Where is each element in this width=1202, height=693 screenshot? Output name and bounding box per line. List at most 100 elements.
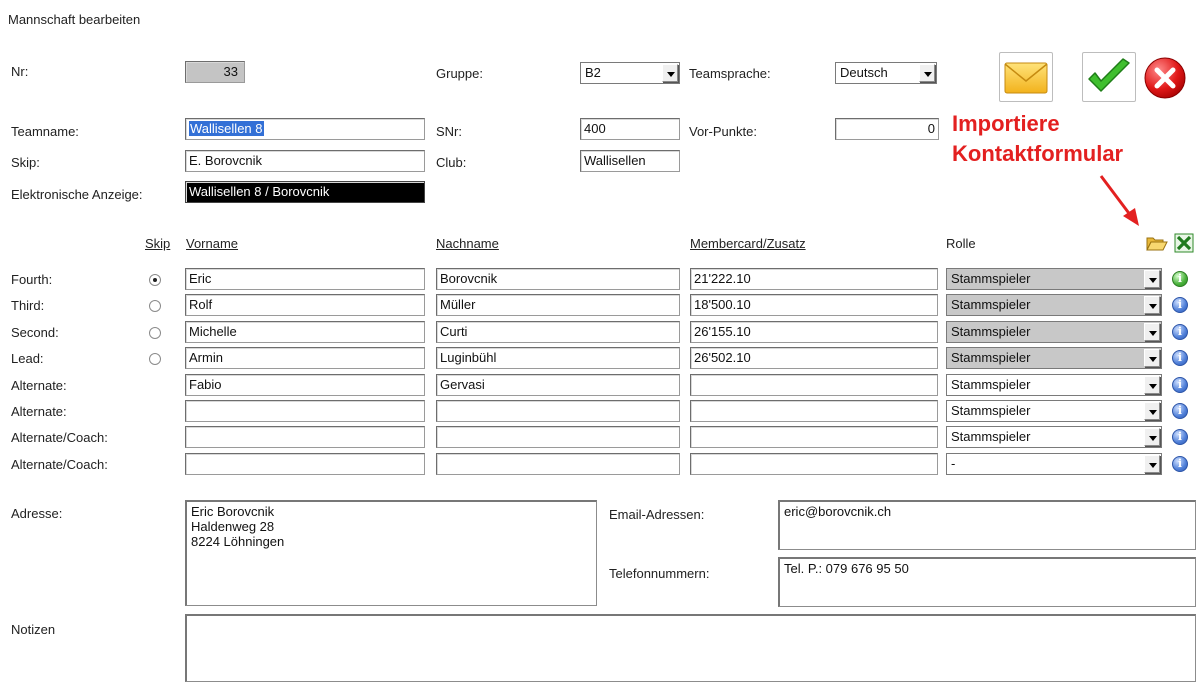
row-position-label: Fourth: bbox=[11, 272, 53, 287]
vorpunkte-label: Vor-Punkte: bbox=[689, 124, 757, 139]
rolle-select[interactable]: Stammspieler bbox=[946, 400, 1162, 422]
vorname-field[interactable] bbox=[185, 426, 425, 448]
membercard-field[interactable]: 18'500.10 bbox=[690, 294, 938, 316]
annotation-arrow bbox=[1099, 175, 1139, 226]
notizen-label: Notizen bbox=[11, 622, 56, 637]
teamsprache-label: Teamsprache: bbox=[689, 66, 771, 81]
anzeige-label: Elektronische Anzeige: bbox=[11, 187, 143, 202]
chevron-down-icon[interactable] bbox=[1144, 296, 1160, 314]
club-label: Club: bbox=[436, 155, 467, 170]
annotation-line1: Importiere bbox=[952, 111, 1060, 136]
rolle-value: Stammspieler bbox=[951, 429, 1031, 444]
info-icon[interactable]: i bbox=[1172, 377, 1188, 393]
info-icon[interactable]: i bbox=[1172, 456, 1188, 472]
chevron-down-icon[interactable] bbox=[1144, 349, 1160, 367]
vorname-field[interactable] bbox=[185, 453, 425, 475]
info-icon[interactable]: i bbox=[1172, 350, 1188, 366]
nachname-field[interactable] bbox=[436, 426, 680, 448]
folder-open-icon[interactable] bbox=[1146, 234, 1168, 252]
chevron-down-icon[interactable] bbox=[1144, 402, 1160, 420]
teamname-value: Wallisellen 8 bbox=[189, 121, 264, 136]
rolle-select[interactable]: Stammspieler bbox=[946, 294, 1162, 316]
vorname-field[interactable]: Michelle bbox=[185, 321, 425, 343]
nachname-field[interactable] bbox=[436, 453, 680, 475]
gruppe-value: B2 bbox=[585, 65, 601, 80]
skip-radio[interactable] bbox=[149, 274, 161, 286]
info-icon[interactable]: i bbox=[1172, 297, 1188, 313]
email-field[interactable]: eric@borovcnik.ch bbox=[778, 500, 1196, 550]
membercard-field[interactable] bbox=[690, 400, 938, 422]
teamsprache-select[interactable]: Deutsch bbox=[835, 62, 937, 84]
chevron-down-icon[interactable] bbox=[1144, 455, 1160, 473]
adresse-label: Adresse: bbox=[11, 506, 63, 521]
rolle-value: Stammspieler bbox=[951, 271, 1031, 286]
nachname-field[interactable]: Gervasi bbox=[436, 374, 680, 396]
rolle-value: Stammspieler bbox=[951, 350, 1031, 365]
teamsprache-value: Deutsch bbox=[840, 65, 888, 80]
nachname-field[interactable]: Borovcnik bbox=[436, 268, 680, 290]
rolle-select[interactable]: Stammspieler bbox=[946, 347, 1162, 369]
telefon-label: Telefonnummern: bbox=[609, 566, 710, 581]
col-header-rolle: Rolle bbox=[946, 236, 976, 251]
vorname-field[interactable]: Rolf bbox=[185, 294, 425, 316]
gruppe-select[interactable]: B2 bbox=[580, 62, 680, 84]
annotation-line2: Kontaktformular bbox=[952, 141, 1124, 166]
anzeige-field[interactable]: Wallisellen 8 / Borovcnik bbox=[185, 181, 425, 203]
membercard-field[interactable] bbox=[690, 426, 938, 448]
nr-field[interactable]: 33 bbox=[185, 61, 245, 83]
info-icon[interactable]: i bbox=[1172, 324, 1188, 340]
vorname-field[interactable]: Fabio bbox=[185, 374, 425, 396]
email-button[interactable] bbox=[999, 52, 1053, 102]
col-header-membercard: Membercard/Zusatz bbox=[690, 236, 806, 251]
snr-label: SNr: bbox=[436, 124, 462, 139]
row-position-label: Alternate: bbox=[11, 378, 67, 393]
membercard-field[interactable] bbox=[690, 374, 938, 396]
nachname-field[interactable]: Curti bbox=[436, 321, 680, 343]
nr-label: Nr: bbox=[11, 64, 29, 79]
rolle-value: Stammspieler bbox=[951, 324, 1031, 339]
telefon-field[interactable]: Tel. P.: 079 676 95 50 bbox=[778, 557, 1196, 607]
chevron-down-icon[interactable] bbox=[1144, 376, 1160, 394]
vorname-field[interactable] bbox=[185, 400, 425, 422]
skip-radio[interactable] bbox=[149, 300, 161, 312]
snr-field[interactable]: 400 bbox=[580, 118, 680, 140]
rolle-value: Stammspieler bbox=[951, 403, 1031, 418]
nachname-field[interactable] bbox=[436, 400, 680, 422]
info-icon[interactable]: i bbox=[1172, 403, 1188, 419]
rolle-value: - bbox=[951, 456, 956, 471]
chevron-down-icon[interactable] bbox=[1144, 428, 1160, 446]
row-position-label: Alternate/Coach: bbox=[11, 430, 108, 445]
teamname-field[interactable]: Wallisellen 8 bbox=[185, 118, 425, 140]
excel-icon[interactable] bbox=[1174, 233, 1194, 253]
vorname-field[interactable]: Eric bbox=[185, 268, 425, 290]
notizen-field[interactable] bbox=[185, 614, 1196, 682]
skip-radio[interactable] bbox=[149, 327, 161, 339]
skip-radio[interactable] bbox=[149, 353, 161, 365]
envelope-icon bbox=[1004, 62, 1048, 94]
adresse-field[interactable]: Eric Borovcnik Haldenweg 28 8224 Löhning… bbox=[185, 500, 597, 606]
membercard-field[interactable]: 21'222.10 bbox=[690, 268, 938, 290]
membercard-field[interactable] bbox=[690, 453, 938, 475]
membercard-field[interactable]: 26'155.10 bbox=[690, 321, 938, 343]
rolle-select[interactable]: Stammspieler bbox=[946, 426, 1162, 448]
cancel-button[interactable] bbox=[1141, 54, 1189, 102]
ok-button[interactable] bbox=[1082, 52, 1136, 102]
rolle-select[interactable]: Stammspieler bbox=[946, 321, 1162, 343]
rolle-select[interactable]: Stammspieler bbox=[946, 374, 1162, 396]
membercard-field[interactable]: 26'502.10 bbox=[690, 347, 938, 369]
nachname-field[interactable]: Luginbühl bbox=[436, 347, 680, 369]
chevron-down-icon[interactable] bbox=[1144, 270, 1160, 288]
info-icon[interactable]: i bbox=[1172, 429, 1188, 445]
chevron-down-icon[interactable] bbox=[1144, 323, 1160, 341]
teamname-label: Teamname: bbox=[11, 124, 79, 139]
vorpunkte-field[interactable]: 0 bbox=[835, 118, 939, 140]
info-icon[interactable]: i bbox=[1172, 271, 1188, 287]
chevron-down-icon[interactable] bbox=[662, 64, 678, 82]
club-field[interactable]: Wallisellen bbox=[580, 150, 680, 172]
vorname-field[interactable]: Armin bbox=[185, 347, 425, 369]
nachname-field[interactable]: Müller bbox=[436, 294, 680, 316]
chevron-down-icon[interactable] bbox=[919, 64, 935, 82]
rolle-select[interactable]: Stammspieler bbox=[946, 268, 1162, 290]
rolle-select[interactable]: - bbox=[946, 453, 1162, 475]
skip-field[interactable]: E. Borovcnik bbox=[185, 150, 425, 172]
